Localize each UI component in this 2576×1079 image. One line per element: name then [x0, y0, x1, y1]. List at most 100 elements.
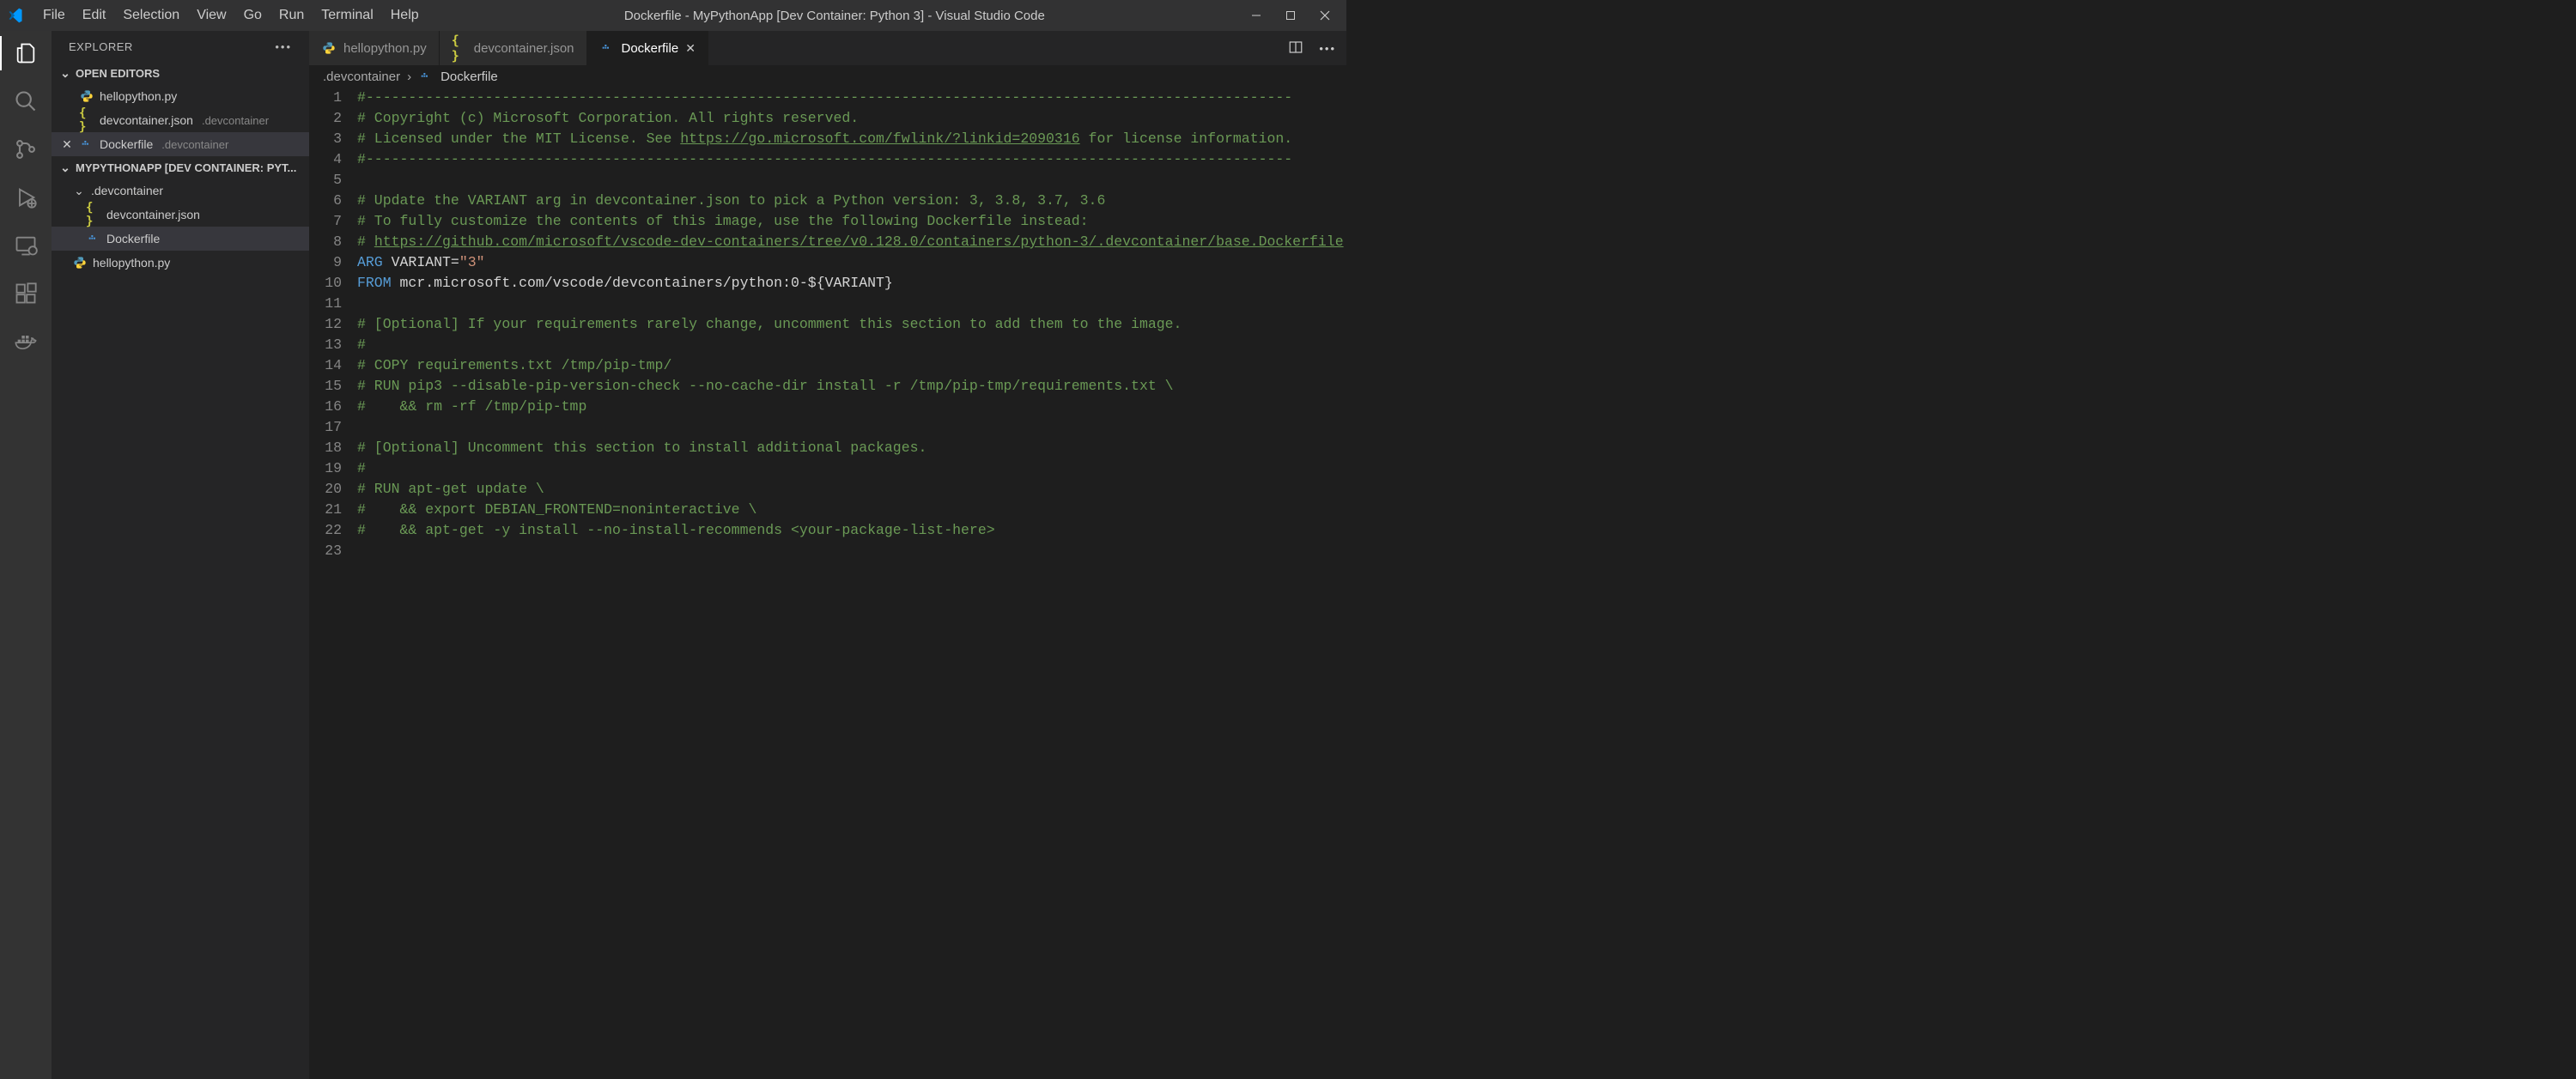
line-number: 7	[309, 211, 342, 232]
code-line: # RUN apt-get update \	[357, 479, 1346, 500]
file-name: hellopython.py	[93, 256, 170, 270]
line-number: 3	[309, 129, 342, 149]
search-icon[interactable]	[12, 88, 39, 115]
tree-item[interactable]: hellopython.py	[52, 251, 309, 275]
file-name: .devcontainer	[91, 184, 163, 197]
code-line: FROM mcr.microsoft.com/vscode/devcontain…	[357, 273, 1346, 294]
code-line: #	[357, 458, 1346, 479]
tree-item[interactable]: { }devcontainer.json	[52, 203, 309, 227]
menu-selection[interactable]: Selection	[114, 5, 188, 26]
code-line: # Licensed under the MIT License. See ht…	[357, 129, 1346, 149]
tree-item[interactable]: ⌄ .devcontainer	[52, 179, 309, 203]
more-actions-icon[interactable]: •••	[1319, 42, 1336, 55]
minimize-button[interactable]	[1247, 6, 1266, 25]
line-number: 6	[309, 191, 342, 211]
menu-go[interactable]: Go	[235, 5, 270, 26]
close-button[interactable]	[1315, 6, 1334, 25]
line-number: 18	[309, 438, 342, 458]
line-number: 22	[309, 520, 342, 541]
chevron-down-icon: ⌄	[58, 66, 72, 81]
sidebar: EXPLORER ••• ⌄ OPEN EDITORS hellopython.…	[52, 31, 309, 1079]
menu-run[interactable]: Run	[270, 5, 313, 26]
code-line: #	[357, 335, 1346, 355]
docker-file-icon	[418, 70, 434, 83]
line-number: 16	[309, 397, 342, 417]
code-line: # [Optional] Uncomment this section to i…	[357, 438, 1346, 458]
line-number: 23	[309, 541, 342, 561]
extensions-icon[interactable]	[12, 280, 39, 307]
line-number: 9	[309, 252, 342, 273]
line-number: 2	[309, 108, 342, 129]
main-layout: EXPLORER ••• ⌄ OPEN EDITORS hellopython.…	[0, 31, 1346, 1079]
activity-bar	[0, 31, 52, 1079]
explorer-icon[interactable]	[12, 39, 39, 67]
code-line	[357, 541, 1346, 561]
editor-area: hellopython.py { }devcontainer.json Dock…	[309, 31, 1346, 1079]
line-number: 5	[309, 170, 342, 191]
window-controls	[1242, 6, 1340, 25]
maximize-button[interactable]	[1281, 6, 1300, 25]
python-file-icon	[72, 256, 88, 270]
breadcrumb[interactable]: .devcontainer › Dockerfile	[309, 65, 1346, 88]
breadcrumb-segment[interactable]: Dockerfile	[440, 70, 498, 84]
close-icon[interactable]: ✕	[60, 137, 74, 152]
line-number: 13	[309, 335, 342, 355]
menu-terminal[interactable]: Terminal	[313, 5, 381, 26]
tab-Dockerfile[interactable]: Dockerfile ✕	[587, 31, 708, 65]
split-editor-icon[interactable]	[1288, 39, 1303, 58]
open-editor-item[interactable]: { }devcontainer.json.devcontainer	[52, 108, 309, 132]
file-name: Dockerfile	[106, 232, 160, 246]
json-file-icon: { }	[452, 33, 467, 64]
window-title: Dockerfile - MyPythonApp [Dev Container:…	[428, 9, 1242, 23]
open-editors-list: hellopython.py { }devcontainer.json.devc…	[52, 84, 309, 156]
more-icon[interactable]: •••	[275, 40, 292, 53]
close-icon[interactable]: ✕	[685, 41, 696, 56]
docker-file-icon	[86, 232, 101, 246]
tab-bar: hellopython.py { }devcontainer.json Dock…	[309, 31, 1346, 65]
line-number: 12	[309, 314, 342, 335]
editor-actions: •••	[1278, 31, 1346, 65]
breadcrumb-segment[interactable]: .devcontainer	[323, 70, 400, 84]
run-debug-icon[interactable]	[12, 184, 39, 211]
code-line: # Copyright (c) Microsoft Corporation. A…	[357, 108, 1346, 129]
source-control-icon[interactable]	[12, 136, 39, 163]
code-content[interactable]: #---------------------------------------…	[357, 88, 1346, 1079]
file-name: devcontainer.json	[100, 113, 193, 127]
tree-item[interactable]: Dockerfile	[52, 227, 309, 251]
line-gutter: 1234567891011121314151617181920212223	[309, 88, 357, 1079]
code-line: # To fully customize the contents of thi…	[357, 211, 1346, 232]
menu-edit[interactable]: Edit	[74, 5, 115, 26]
folder-header[interactable]: ⌄ MYPYTHONAPP [DEV CONTAINER: PYT...	[52, 156, 309, 179]
chevron-down-icon: ⌄	[72, 184, 86, 198]
tab-label: Dockerfile	[622, 41, 679, 56]
python-file-icon	[321, 41, 337, 55]
file-hint: .devcontainer	[202, 114, 269, 127]
open-editor-item[interactable]: ✕Dockerfile.devcontainer	[52, 132, 309, 156]
tab-devcontainer-json[interactable]: { }devcontainer.json	[440, 31, 587, 65]
open-editor-item[interactable]: hellopython.py	[52, 84, 309, 108]
code-line: # && rm -rf /tmp/pip-tmp	[357, 397, 1346, 417]
code-line: # https://github.com/microsoft/vscode-de…	[357, 232, 1346, 252]
open-editors-header[interactable]: ⌄ OPEN EDITORS	[52, 62, 309, 84]
code-line: # && export DEBIAN_FRONTEND=noninteracti…	[357, 500, 1346, 520]
file-name: Dockerfile	[100, 137, 153, 151]
menu-view[interactable]: View	[188, 5, 234, 26]
editor-body[interactable]: 1234567891011121314151617181920212223 #-…	[309, 88, 1346, 1079]
code-line: # Update the VARIANT arg in devcontainer…	[357, 191, 1346, 211]
line-number: 1	[309, 88, 342, 108]
line-number: 20	[309, 479, 342, 500]
remote-explorer-icon[interactable]	[12, 232, 39, 259]
line-number: 8	[309, 232, 342, 252]
code-line: # RUN pip3 --disable-pip-version-check -…	[357, 376, 1346, 397]
tab-hellopython-py[interactable]: hellopython.py	[309, 31, 440, 65]
menu-file[interactable]: File	[34, 5, 74, 26]
code-line	[357, 417, 1346, 438]
line-number: 11	[309, 294, 342, 314]
code-line: ARG VARIANT="3"	[357, 252, 1346, 273]
json-file-icon: { }	[86, 201, 101, 228]
docker-icon[interactable]	[12, 328, 39, 355]
line-number: 17	[309, 417, 342, 438]
python-file-icon	[79, 89, 94, 103]
menu-help[interactable]: Help	[382, 5, 428, 26]
line-number: 21	[309, 500, 342, 520]
